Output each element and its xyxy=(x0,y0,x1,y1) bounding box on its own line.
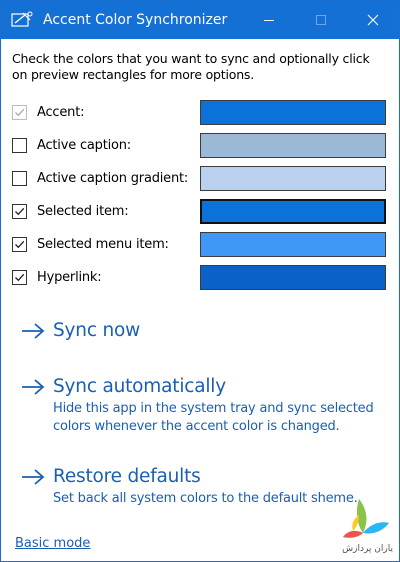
main-content: Check the colors that you want to sync a… xyxy=(1,39,399,508)
minimize-button[interactable] xyxy=(243,1,295,39)
close-icon xyxy=(367,14,379,26)
window-controls xyxy=(243,1,399,39)
color-option-row: Selected menu item: xyxy=(12,228,388,261)
arrow-right-icon xyxy=(21,468,45,485)
checkbox[interactable] xyxy=(12,138,27,153)
sync-now-action[interactable]: Sync now xyxy=(12,320,388,341)
color-preview-swatch[interactable] xyxy=(200,199,386,224)
checkbox[interactable] xyxy=(12,171,27,186)
watermark-logo: یاران پردازش xyxy=(337,495,395,555)
color-option-label[interactable]: Active caption gradient: xyxy=(37,171,188,186)
restore-defaults-label[interactable]: Restore defaults xyxy=(53,466,201,487)
color-option-row: Hyperlink: xyxy=(12,261,388,294)
checkbox[interactable] xyxy=(12,237,27,252)
maximize-icon xyxy=(316,15,326,25)
color-options-list: Accent: Active caption: Active caption gra… xyxy=(12,96,388,294)
watermark-text: یاران پردازش xyxy=(342,544,393,554)
app-window: Accent Color Synchronizer Check the colo… xyxy=(0,0,400,562)
checkmark-icon xyxy=(15,207,25,216)
color-preview-swatch[interactable] xyxy=(200,133,386,158)
palette-icon xyxy=(9,10,35,30)
color-preview-swatch[interactable] xyxy=(200,265,386,290)
checkmark-icon xyxy=(15,273,25,282)
color-option-row: Selected item: xyxy=(12,195,388,228)
window-title: Accent Color Synchronizer xyxy=(43,12,228,28)
actions-section: Sync now Sync automatically Hide this ap… xyxy=(12,320,388,508)
restore-defaults-action[interactable]: Restore defaults Set back all system col… xyxy=(12,466,388,508)
arrow-right-icon xyxy=(21,322,45,339)
arrow-right-icon xyxy=(21,378,45,395)
color-preview-swatch[interactable] xyxy=(200,232,386,257)
color-option-label[interactable]: Selected item: xyxy=(37,204,129,219)
checkmark-icon xyxy=(15,108,25,117)
color-option-label[interactable]: Hyperlink: xyxy=(37,270,102,285)
sync-automatically-label[interactable]: Sync automatically xyxy=(53,376,226,397)
color-option-row: Active caption: xyxy=(12,129,388,162)
minimize-icon xyxy=(264,20,274,21)
sync-now-label[interactable]: Sync now xyxy=(53,320,140,341)
maximize-button[interactable] xyxy=(295,1,347,39)
color-option-label[interactable]: Accent: xyxy=(37,105,84,120)
checkbox[interactable] xyxy=(12,270,27,285)
basic-mode-link[interactable]: Basic mode xyxy=(15,536,90,551)
checkbox[interactable] xyxy=(12,204,27,219)
close-button[interactable] xyxy=(347,1,399,39)
title-bar[interactable]: Accent Color Synchronizer xyxy=(1,1,399,39)
color-preview-swatch[interactable] xyxy=(200,166,386,191)
checkmark-icon xyxy=(15,240,25,249)
sync-automatically-action[interactable]: Sync automatically Hide this app in the … xyxy=(12,376,388,436)
color-preview-swatch[interactable] xyxy=(200,100,386,125)
color-option-label[interactable]: Selected menu item: xyxy=(37,237,169,252)
instructions-text: Check the colors that you want to sync a… xyxy=(12,51,370,82)
color-option-row: Accent: xyxy=(12,96,388,129)
checkbox xyxy=(12,105,27,120)
sync-automatically-description: Hide this app in the system tray and syn… xyxy=(53,401,374,434)
color-option-row: Active caption gradient: xyxy=(12,162,388,195)
color-option-label[interactable]: Active caption: xyxy=(37,138,131,153)
